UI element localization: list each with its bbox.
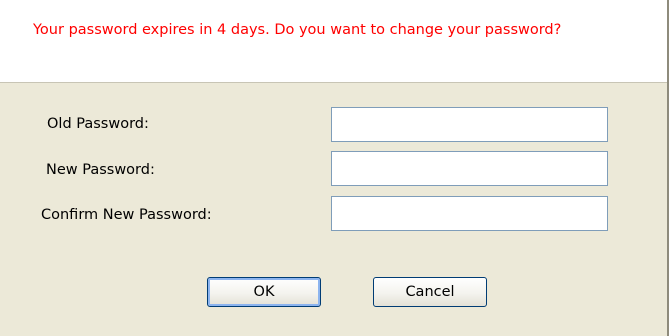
ok-button[interactable]: OK — [207, 277, 321, 307]
old-password-field[interactable] — [331, 107, 608, 142]
new-password-field[interactable] — [331, 151, 608, 186]
cancel-button[interactable]: Cancel — [373, 277, 487, 307]
change-password-dialog: Your password expires in 4 days. Do you … — [0, 0, 669, 336]
password-expiry-message: Your password expires in 4 days. Do you … — [33, 22, 562, 38]
old-password-label: Old Password: — [47, 116, 149, 132]
confirm-new-password-field[interactable] — [331, 196, 608, 231]
dialog-header: Your password expires in 4 days. Do you … — [0, 0, 667, 83]
new-password-label: New Password: — [46, 162, 155, 178]
confirm-new-password-label: Confirm New Password: — [41, 207, 212, 223]
